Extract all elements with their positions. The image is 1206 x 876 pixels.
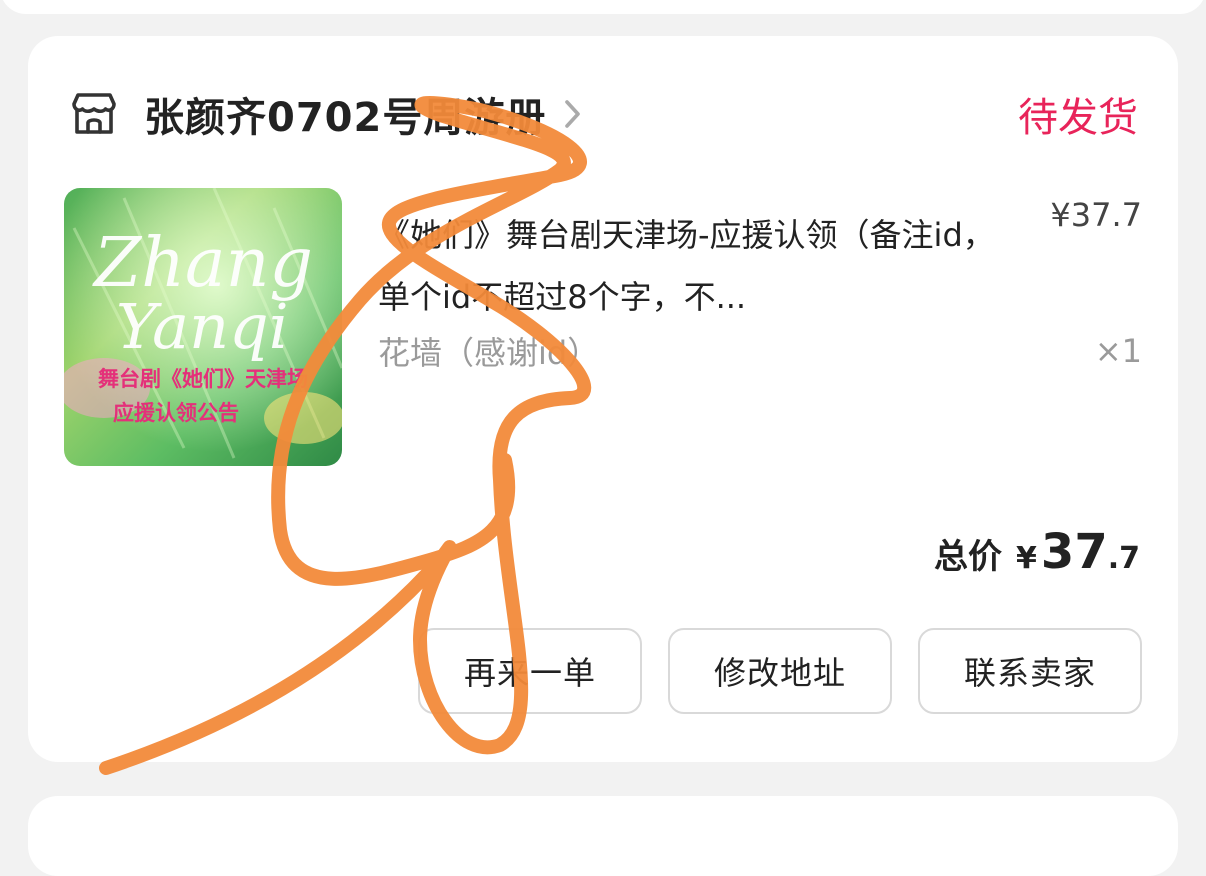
total-label: 总价 — [934, 537, 1003, 577]
order-status: 待发货 — [1018, 95, 1138, 141]
product-title[interactable]: 《她们》舞台剧天津场-应援认领（备注id，单个id不超过8个字，不... — [378, 204, 998, 328]
order-total: 总价 ¥ 37 .7 — [934, 524, 1140, 580]
shop-name[interactable]: 张颜齐0702号周游册 — [144, 85, 546, 143]
contact-seller-button[interactable]: 联系卖家 — [918, 628, 1142, 714]
product-image[interactable]: Zhang Yanqi 舞台剧《她们》天津场 应援认领公告 — [64, 188, 342, 466]
buy-again-button[interactable]: 再来一单 — [418, 628, 642, 714]
shop-header[interactable]: 张颜齐0702号周游册 待发货 — [68, 86, 1138, 142]
product-quantity: ×1 — [1094, 332, 1142, 370]
image-banner-text-1: 舞台剧《她们》天津场 — [98, 366, 308, 391]
total-amount-decimal: .7 — [1107, 541, 1140, 576]
order-actions: 再来一单 修改地址 联系卖家 — [418, 628, 1142, 714]
product-price: ¥37.7 — [1050, 196, 1142, 234]
store-icon — [68, 88, 120, 140]
order-card: 张颜齐0702号周游册 待发货 Zhang Yanqi 舞台剧《她们》天津场 应… — [28, 36, 1178, 762]
total-amount-integer: 37 — [1040, 524, 1108, 580]
image-banner-text-2: 应援认领公告 — [113, 400, 239, 425]
previous-card — [0, 0, 1206, 14]
chevron-right-icon[interactable] — [562, 96, 584, 132]
next-order-card — [28, 796, 1178, 876]
total-currency: ¥ — [1016, 541, 1037, 576]
edit-address-button[interactable]: 修改地址 — [668, 628, 892, 714]
product-spec: 花墙（感谢id） — [378, 334, 600, 372]
image-script-text-2: Yanqi — [116, 290, 289, 363]
